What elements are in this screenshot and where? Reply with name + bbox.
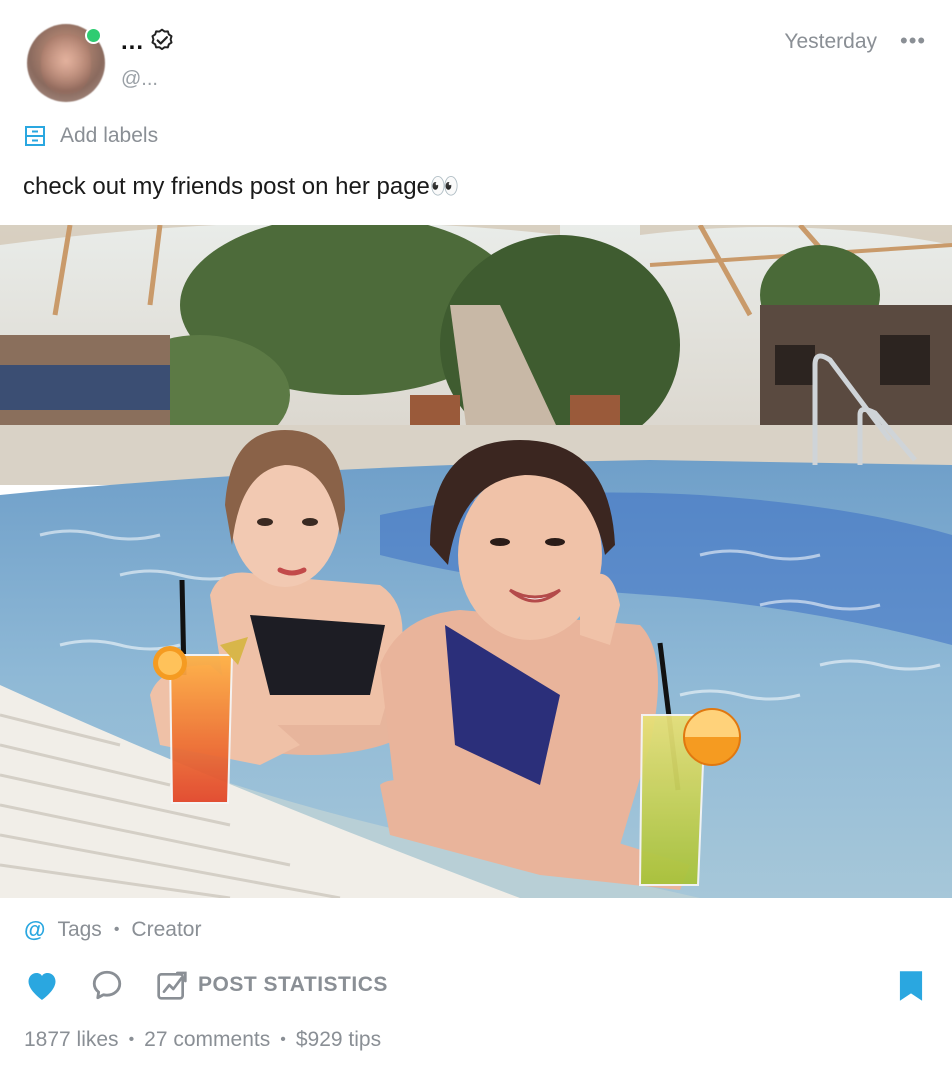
add-labels-button[interactable]: Add labels [24, 122, 158, 150]
post-header: ... @... Yesterday ••• [0, 0, 952, 120]
tags-link[interactable]: Tags [57, 918, 101, 942]
post-statistics-label: POST STATISTICS [198, 973, 388, 996]
comments-count[interactable]: 27 comments [144, 1028, 270, 1052]
heart-icon[interactable] [24, 968, 60, 1002]
likes-count[interactable]: 1877 likes [24, 1028, 119, 1052]
tags-row: @ Tags • Creator [24, 916, 201, 944]
author-display-name[interactable]: ... [121, 28, 144, 56]
post-statistics-button[interactable]: POST STATISTICS [156, 968, 388, 1002]
bookmark-icon[interactable] [898, 970, 924, 1002]
post-photo-illustration [0, 225, 952, 898]
statistics-icon [157, 971, 187, 1000]
creator-link[interactable]: Creator [131, 918, 201, 942]
comment-icon[interactable] [90, 968, 124, 1002]
separator-dot: • [113, 921, 120, 938]
tips-amount[interactable]: $929 tips [296, 1028, 381, 1052]
separator-dot: • [280, 1031, 286, 1048]
mention-icon: @ [24, 917, 46, 942]
separator-dot: • [128, 1031, 135, 1048]
more-options-icon[interactable]: ••• [900, 28, 930, 54]
labels-icon [25, 126, 45, 146]
verified-badge-icon [151, 28, 173, 51]
post-actions: POST STATISTICS [24, 966, 928, 1006]
online-status-dot [85, 27, 102, 44]
post-photo[interactable] [0, 225, 952, 898]
post-stats-row: 1877 likes • 27 comments • $929 tips [24, 1026, 381, 1054]
post-caption: check out my friends post on her page👀 [23, 173, 460, 200]
post-timestamp: Yesterday [784, 30, 877, 53]
author-username[interactable]: @... [121, 68, 158, 91]
add-labels-label: Add labels [60, 124, 159, 147]
